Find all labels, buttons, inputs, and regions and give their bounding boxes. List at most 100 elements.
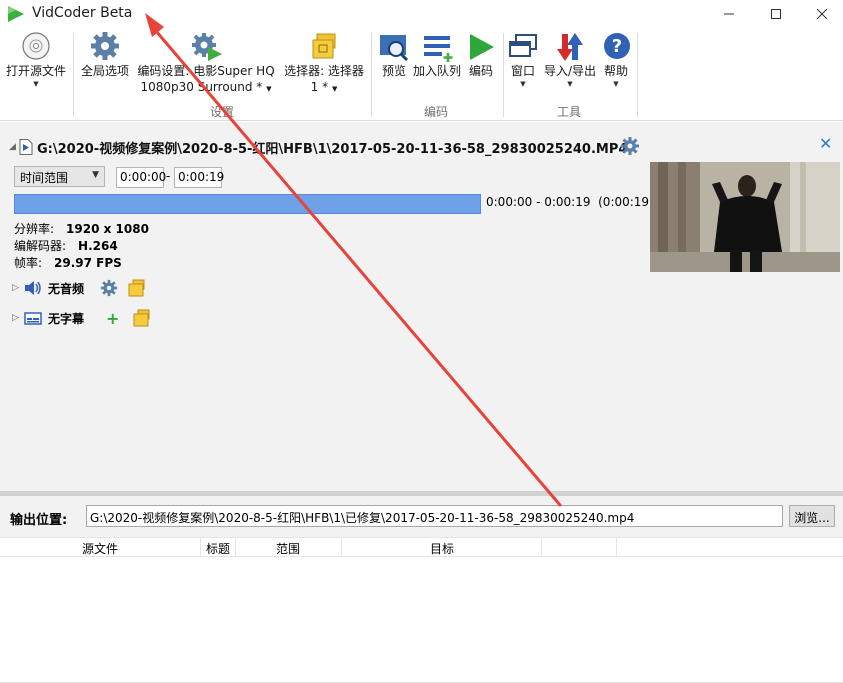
chevron-down-icon: ▼ — [567, 80, 573, 88]
close-icon — [817, 8, 827, 19]
column-divider[interactable] — [541, 538, 542, 557]
gear-play-icon — [192, 33, 222, 61]
encode-settings-label-2: 1080p30 Surround * — [140, 80, 263, 94]
picker-label-1: 选择器: 选择器 — [284, 64, 364, 78]
import-export-button[interactable]: 导入/导出 ▼ — [541, 31, 599, 89]
column-range[interactable]: 范围 — [276, 540, 300, 557]
minimize-icon — [724, 13, 734, 14]
picker-line2: 1 * ▼ — [280, 79, 368, 97]
gear-icon — [91, 32, 119, 60]
preview-button[interactable]: 预览 — [376, 31, 412, 79]
global-options-button[interactable]: 全局选项 — [78, 31, 132, 79]
add-queue-label: 加入队列 — [412, 64, 461, 78]
column-target[interactable]: 目标 — [430, 540, 454, 557]
range-type-value: 时间范围 — [20, 171, 69, 185]
import-export-icon — [557, 33, 583, 61]
preview-icon — [380, 35, 409, 62]
subtitle-folder-icon[interactable] — [133, 309, 151, 327]
column-source[interactable]: 源文件 — [82, 540, 118, 557]
fps-label: 帧率: — [14, 256, 43, 270]
chevron-down-icon: ▼ — [520, 80, 526, 88]
codec-row: 编解码器: H.264 — [14, 237, 118, 254]
help-label: 帮助 — [603, 64, 628, 78]
end-time-input[interactable]: 0:00:19 — [174, 167, 224, 188]
codec-label: 编解码器: — [14, 239, 67, 253]
column-divider[interactable] — [616, 538, 617, 557]
audio-label: 无音频 — [48, 281, 85, 296]
browse-button[interactable]: 浏览... — [789, 505, 835, 527]
group-divider — [503, 33, 504, 117]
close-source-icon[interactable]: ✕ — [819, 134, 832, 153]
title-bar: VidCoder Beta — [0, 0, 843, 27]
encode-settings-button[interactable]: 编码设置: 电影Super HQ 1080p30 Surround * ▼ — [134, 31, 278, 97]
resolution-label: 分辨率: — [14, 222, 55, 236]
subtitle-label: 无字幕 — [48, 311, 85, 326]
expand-triangle-icon[interactable]: ▷ — [12, 313, 24, 323]
add-subtitle-plus-icon[interactable]: + — [106, 309, 119, 328]
range-duration: (0:00:19) — [598, 195, 654, 209]
source-path: G:\2020-视频修复案例\2020-8-5-红阳\HFB\1\2017-05… — [37, 141, 628, 157]
column-divider[interactable] — [235, 538, 236, 557]
encode-settings-label-1: 编码设置: 电影Super HQ — [137, 64, 275, 78]
picker-button[interactable]: 选择器: 选择器 1 * ▼ — [280, 31, 368, 97]
windows-icon — [509, 34, 537, 57]
queue-header: 源文件 标题 范围 目标 — [0, 537, 843, 557]
range-slider[interactable] — [14, 194, 481, 214]
encode-group-label: 编码 — [424, 105, 449, 119]
ribbon-toolbar: 打开源文件 ▼ 全局选项 编码设置: 电影Super HQ 1080p30 Su… — [0, 27, 843, 121]
window-title: VidCoder Beta — [32, 5, 133, 21]
add-queue-icon — [424, 36, 453, 62]
resolution-row: 分辨率: 1920 x 1080 — [14, 220, 149, 237]
expand-triangle-icon[interactable]: ▷ — [12, 283, 24, 293]
encode-button[interactable]: 编码 — [464, 31, 498, 79]
source-settings-gear-icon[interactable] — [620, 136, 640, 156]
column-title[interactable]: 标题 — [206, 540, 230, 557]
global-options-label: 全局选项 — [80, 64, 129, 78]
range-summary: 0:00:00 - 0:00:19 (0:00:19) — [486, 195, 654, 209]
output-bar: 输出位置: G:\2020-视频修复案例\2020-8-5-红阳\HFB\1\已… — [0, 496, 843, 537]
audio-track-row: ▷ 无音频 — [12, 278, 146, 298]
help-button[interactable]: ? 帮助 ▼ — [600, 31, 632, 89]
group-divider — [371, 33, 372, 117]
codec-value: H.264 — [78, 239, 118, 253]
picker-label-2: 1 * — [310, 80, 329, 94]
output-label: 输出位置: — [10, 513, 68, 528]
open-source-button[interactable]: 打开源文件 ▼ — [4, 31, 68, 89]
audio-folder-icon[interactable] — [128, 279, 146, 297]
fps-value: 29.97 FPS — [54, 256, 122, 270]
tools-group-label: 工具 — [557, 105, 582, 119]
encode-settings-line2: 1080p30 Surround * ▼ — [134, 79, 278, 97]
group-divider — [637, 33, 638, 117]
output-path-field[interactable]: G:\2020-视频修复案例\2020-8-5-红阳\HFB\1\已修复\201… — [86, 505, 783, 527]
resolution-value: 1920 x 1080 — [66, 222, 149, 236]
source-header: ◢ G:\2020-视频修复案例\2020-8-5-红阳\HFB\1\2017-… — [9, 137, 627, 157]
maximize-button[interactable] — [753, 0, 799, 27]
group-divider — [73, 33, 74, 117]
range-type-select[interactable]: 时间范围 ▼ — [14, 166, 105, 187]
help-icon: ? — [604, 33, 630, 59]
window-menu-button[interactable]: 窗口 ▼ — [506, 31, 540, 89]
svg-text:?: ? — [612, 36, 622, 57]
vidcoder-logo-icon — [8, 6, 24, 22]
chevron-down-icon: ▼ — [266, 85, 272, 93]
minimize-button[interactable] — [706, 0, 752, 27]
column-divider[interactable] — [341, 538, 342, 557]
audio-settings-gear-icon[interactable] — [100, 279, 118, 297]
add-to-queue-button[interactable]: 加入队列 — [410, 31, 464, 79]
close-button[interactable] — [799, 0, 843, 27]
speaker-icon — [25, 281, 41, 295]
open-source-label: 打开源文件 — [5, 64, 66, 78]
import-export-label: 导入/导出 — [543, 64, 597, 78]
fps-row: 帧率: 29.97 FPS — [14, 254, 122, 271]
disc-icon — [22, 32, 50, 60]
preview-label: 预览 — [381, 64, 406, 78]
subtitle-icon — [24, 312, 42, 325]
column-divider[interactable] — [200, 538, 201, 557]
collapse-triangle-icon[interactable]: ◢ — [9, 142, 19, 152]
chevron-down-icon: ▼ — [613, 80, 619, 88]
settings-group-label: 设置 — [210, 105, 235, 119]
window-label: 窗口 — [510, 64, 535, 78]
video-file-icon — [19, 139, 33, 155]
source-panel: ◢ G:\2020-视频修复案例\2020-8-5-红阳\HFB\1\2017-… — [0, 122, 843, 492]
start-time-input[interactable]: 0:00:00 — [116, 167, 166, 188]
